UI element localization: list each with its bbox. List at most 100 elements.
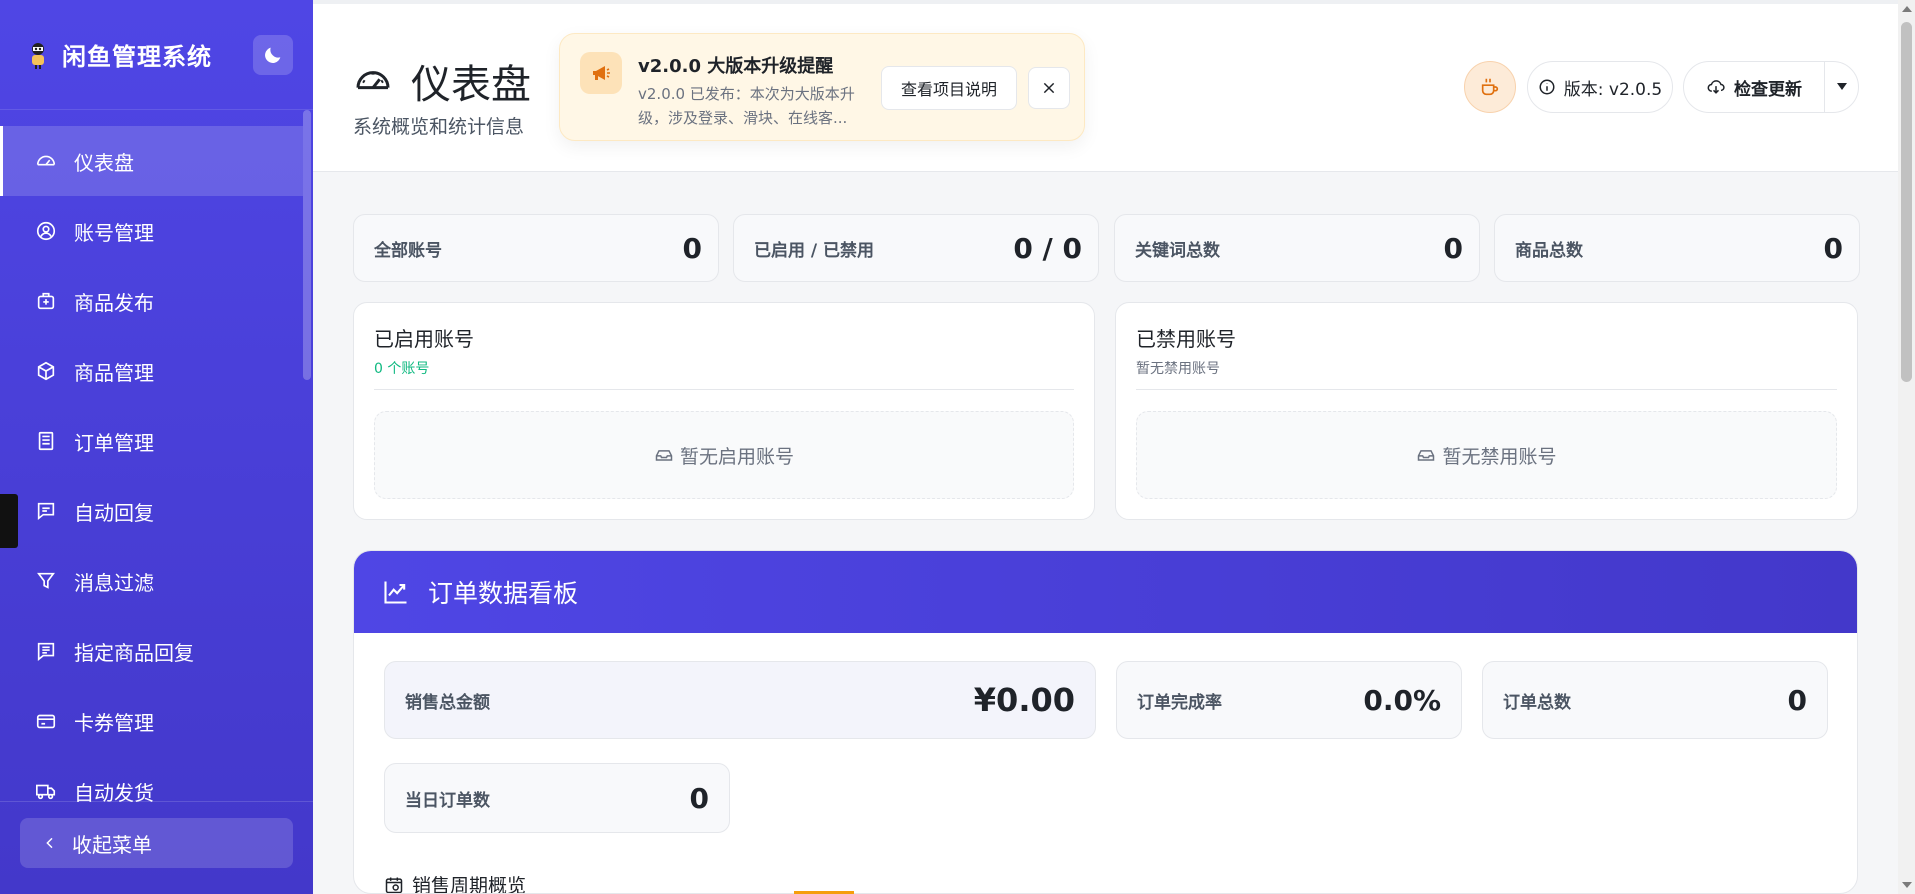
page-title-block: 仪表盘 系统概览和统计信息 bbox=[353, 52, 531, 139]
sidebar-item-orders[interactable]: 订单管理 bbox=[0, 406, 303, 476]
info-icon bbox=[1538, 78, 1556, 96]
notice-close-button[interactable] bbox=[1028, 67, 1070, 109]
disabled-accounts-title: 已禁用账号 bbox=[1136, 327, 1236, 351]
page-scrollbar[interactable] bbox=[1898, 0, 1915, 894]
stat-value: 0 bbox=[1823, 231, 1843, 265]
divider bbox=[1136, 389, 1837, 390]
check-update-button-group: 检查更新 bbox=[1683, 61, 1859, 113]
sidebar-footer: 收起菜单 bbox=[0, 801, 313, 894]
box-icon bbox=[34, 359, 58, 383]
dashboard-icon bbox=[34, 149, 58, 173]
check-update-button[interactable]: 检查更新 bbox=[1684, 62, 1824, 112]
stat-value: 0 / 0 bbox=[1013, 231, 1082, 265]
truck-icon bbox=[34, 779, 58, 803]
enabled-accounts-count: 0 个账号 bbox=[374, 361, 430, 377]
period-label: 销售周期概览 bbox=[412, 875, 527, 894]
sidebar-item-label: 商品发布 bbox=[74, 290, 154, 315]
disabled-accounts-card: 已禁用账号 暂无禁用账号 暂无禁用账号 bbox=[1115, 302, 1858, 520]
sponsor-coffee-button[interactable] bbox=[1464, 61, 1516, 113]
check-update-label: 检查更新 bbox=[1734, 79, 1802, 100]
sidebar-item-product-reply[interactable]: 指定商品回复 bbox=[0, 616, 303, 686]
filter-icon bbox=[34, 569, 58, 593]
sidebar-item-auto-reply[interactable]: 自动回复 bbox=[0, 476, 303, 546]
view-project-docs-button[interactable]: 查看项目说明 bbox=[881, 66, 1017, 110]
empty-text: 暂无启用账号 bbox=[679, 445, 794, 468]
stat-value: 0 bbox=[1443, 231, 1463, 265]
sidebar-item-label: 商品管理 bbox=[74, 360, 154, 385]
enabled-accounts-empty: 暂无启用账号 bbox=[374, 411, 1074, 499]
notice-title: v2.0.0 大版本升级提醒 bbox=[638, 56, 834, 77]
disabled-accounts-empty: 暂无禁用账号 bbox=[1136, 411, 1837, 499]
scroll-down-arrow[interactable] bbox=[1902, 882, 1912, 888]
sidebar-scrollbar[interactable] bbox=[303, 110, 311, 380]
user-circle-icon bbox=[34, 219, 58, 243]
dashboard-icon bbox=[353, 61, 393, 101]
stat-value: 0 bbox=[689, 781, 709, 815]
inbox-icon bbox=[654, 445, 674, 465]
update-dropdown-toggle[interactable] bbox=[1824, 62, 1858, 112]
stat-label: 订单完成率 bbox=[1137, 692, 1222, 713]
header-top-border bbox=[313, 0, 1898, 4]
sidebar-item-dashboard[interactable]: 仪表盘 bbox=[0, 126, 303, 196]
side-drag-handle[interactable] bbox=[0, 494, 18, 548]
trend-chart-icon bbox=[382, 578, 410, 606]
sidebar-item-label: 账号管理 bbox=[74, 220, 154, 245]
receipt-icon bbox=[34, 429, 58, 453]
page-title: 仪表盘 bbox=[353, 52, 531, 110]
inbox-icon bbox=[1416, 445, 1436, 465]
sidebar-item-publish[interactable]: 商品发布 bbox=[0, 266, 303, 336]
sidebar-item-products[interactable]: 商品管理 bbox=[0, 336, 303, 406]
sidebar: 闲鱼管理系统 仪表盘 账号管理 商品发布 商品管理 订单管理 自动回复 消息过滤… bbox=[0, 0, 313, 894]
empty-text: 暂无禁用账号 bbox=[1442, 445, 1557, 468]
page-title-text: 仪表盘 bbox=[411, 62, 531, 108]
sidebar-item-label: 指定商品回复 bbox=[74, 640, 194, 665]
theme-toggle-button[interactable] bbox=[253, 34, 293, 75]
stat-enabled-disabled: 已启用 / 已禁用 0 / 0 bbox=[733, 214, 1099, 282]
sidebar-item-cards[interactable]: 卡券管理 bbox=[0, 686, 303, 756]
megaphone-icon bbox=[580, 52, 622, 94]
stat-products: 商品总数 0 bbox=[1494, 214, 1860, 282]
stat-label: 订单总数 bbox=[1503, 692, 1571, 713]
stat-label: 商品总数 bbox=[1515, 240, 1583, 261]
stat-keywords: 关键词总数 0 bbox=[1114, 214, 1480, 282]
collapse-menu-label: 收起菜单 bbox=[72, 832, 152, 857]
collapse-menu-button[interactable]: 收起菜单 bbox=[20, 818, 293, 868]
sidebar-item-label: 自动回复 bbox=[74, 500, 154, 525]
brand-title: 闲鱼管理系统 bbox=[62, 43, 212, 71]
stat-value: ¥0.00 bbox=[973, 681, 1075, 719]
stat-value: 0 bbox=[682, 231, 702, 265]
version-badge[interactable]: 版本: v2.0.5 bbox=[1527, 61, 1673, 113]
close-icon bbox=[1043, 82, 1055, 94]
stat-value: 0.0% bbox=[1363, 683, 1441, 717]
stat-total-sales: 销售总金额 ¥0.00 bbox=[384, 661, 1096, 739]
stat-today-orders: 当日订单数 0 bbox=[384, 763, 730, 833]
logo-icon bbox=[26, 41, 50, 69]
chevron-left-icon bbox=[42, 835, 58, 851]
sidebar-item-message-filter[interactable]: 消息过滤 bbox=[0, 546, 303, 616]
sidebar-item-label: 仪表盘 bbox=[74, 150, 134, 175]
sidebar-item-accounts[interactable]: 账号管理 bbox=[0, 196, 303, 266]
stat-completion-rate: 订单完成率 0.0% bbox=[1116, 661, 1462, 739]
disabled-accounts-count: 暂无禁用账号 bbox=[1136, 361, 1220, 377]
sidebar-nav: 仪表盘 账号管理 商品发布 商品管理 订单管理 自动回复 消息过滤 指定商品回复… bbox=[0, 126, 303, 826]
chat-icon bbox=[34, 499, 58, 523]
page-header: 仪表盘 系统概览和统计信息 v2.0.0 大版本升级提醒 v2.0.0 已发布：… bbox=[313, 0, 1898, 172]
version-label: 版本: v2.0.5 bbox=[1563, 79, 1663, 100]
enabled-accounts-card: 已启用账号 0 个账号 暂无启用账号 bbox=[353, 302, 1095, 520]
scroll-up-arrow[interactable] bbox=[1902, 6, 1912, 12]
stat-value: 0 bbox=[1787, 683, 1807, 717]
enabled-accounts-title: 已启用账号 bbox=[374, 327, 474, 351]
page-subtitle: 系统概览和统计信息 bbox=[353, 116, 525, 138]
order-dashboard-panel: 订单数据看板 销售总金额 ¥0.00 订单完成率 0.0% 订单总数 0 当日订… bbox=[353, 550, 1858, 894]
stat-label: 当日订单数 bbox=[405, 790, 490, 811]
stat-label: 关键词总数 bbox=[1135, 240, 1220, 261]
scroll-thumb[interactable] bbox=[1901, 22, 1912, 382]
coffee-icon bbox=[1481, 78, 1499, 96]
sidebar-item-label: 卡券管理 bbox=[74, 710, 154, 735]
calendar-money-icon bbox=[384, 875, 404, 894]
stat-label: 全部账号 bbox=[374, 240, 442, 261]
sidebar-item-label: 消息过滤 bbox=[74, 570, 154, 595]
order-dashboard-header: 订单数据看板 bbox=[354, 551, 1857, 633]
sidebar-item-label: 订单管理 bbox=[74, 430, 154, 455]
caret-down-icon bbox=[1836, 83, 1847, 90]
